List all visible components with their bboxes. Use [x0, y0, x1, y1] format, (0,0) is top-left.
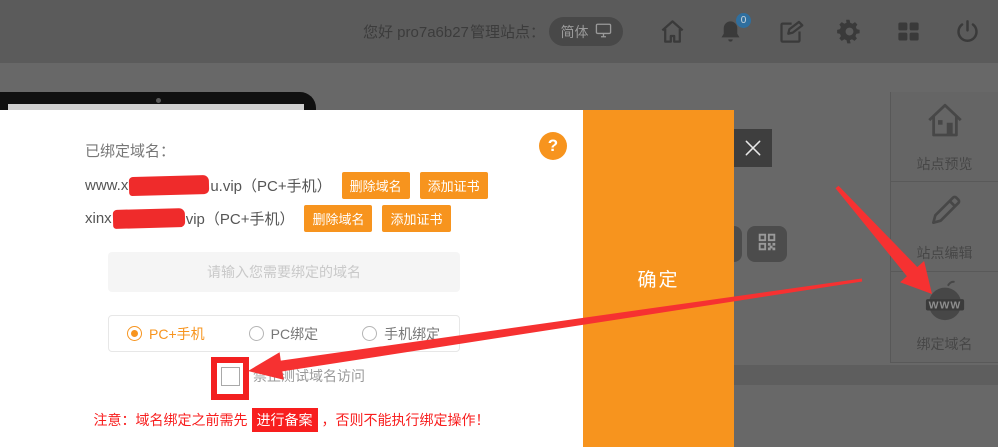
home-icon[interactable]: [659, 18, 686, 45]
redaction-scribble: [129, 175, 209, 196]
qr-code-button[interactable]: [747, 226, 787, 262]
radio-label: 手机绑定: [384, 324, 440, 344]
bound-domain-row: xinx vip（PC+手机） 删除域名 添加证书: [85, 205, 451, 232]
confirm-button[interactable]: 确定: [583, 110, 734, 447]
qr-code-icon: [756, 231, 778, 258]
radio-label: PC绑定: [271, 324, 318, 344]
domain-text-suffix: vip（PC+手机）: [186, 208, 295, 229]
svg-text:WWW: WWW: [928, 300, 961, 312]
monitor-icon: [595, 23, 612, 41]
radio-mobile-bind[interactable]: 手机绑定: [362, 324, 440, 344]
add-certificate-button[interactable]: 添加证书: [382, 205, 450, 232]
help-icon[interactable]: ?: [539, 132, 567, 160]
manage-site-label: 管理站点：: [470, 21, 545, 42]
forbid-test-domain-row: 禁止测试域名访问: [221, 366, 365, 386]
radio-pc-and-mobile[interactable]: PC+手机: [127, 324, 205, 344]
notifications-bell-icon[interactable]: 0: [717, 18, 744, 45]
radio-pc-bind[interactable]: PC绑定: [249, 324, 318, 344]
sidebar-item-label: 站点编辑: [917, 243, 973, 263]
bound-domain-row: www.x u.vip（PC+手机） 删除域名 添加证书: [85, 172, 488, 199]
notification-count-badge: 0: [736, 13, 751, 28]
notice-prefix: 注意：域名绑定之前需先: [94, 412, 248, 428]
sidebar-item-bind-domain[interactable]: WWW 绑定域名: [891, 272, 998, 363]
domain-input[interactable]: [108, 252, 460, 292]
radio-icon: [127, 326, 142, 341]
power-icon[interactable]: [954, 18, 981, 45]
redaction-scribble: [112, 208, 184, 229]
edit-icon[interactable]: [777, 18, 804, 45]
delete-domain-button[interactable]: 删除域名: [304, 205, 372, 232]
language-switch-button[interactable]: 简体: [549, 17, 623, 46]
sidebar-item-site-edit[interactable]: 站点编辑: [891, 182, 998, 272]
right-sidebar: 站点预览 站点编辑 WWW 绑定域名: [890, 92, 998, 363]
forbid-test-domain-checkbox[interactable]: [221, 367, 240, 386]
radio-icon: [249, 326, 264, 341]
notice-text: 注意：域名绑定之前需先进行备案，否则不能执行绑定操作！: [0, 408, 583, 432]
settings-gear-icon[interactable]: [836, 18, 863, 45]
screen: 您好 pro7a6b27 管理站点： 简体 0: [0, 0, 998, 447]
user-greeting: 您好 pro7a6b27: [363, 21, 469, 42]
close-icon[interactable]: [734, 129, 772, 167]
notice-suffix: ，否则不能执行绑定操作！: [322, 412, 490, 428]
www-globe-icon: WWW: [922, 280, 968, 327]
sidebar-item-label: 绑定域名: [917, 334, 973, 354]
domain-text-suffix: u.vip（PC+手机）: [210, 175, 331, 196]
bound-domains-label: 已绑定域名：: [85, 140, 175, 161]
bind-domain-modal: 已绑定域名： www.x u.vip（PC+手机） 删除域名 添加证书 xinx v…: [0, 110, 583, 447]
radio-label: PC+手机: [149, 324, 205, 344]
pencil-icon: [925, 191, 965, 236]
radio-icon: [362, 326, 377, 341]
tablet-camera-dot: [156, 98, 161, 103]
apps-grid-icon[interactable]: [895, 18, 922, 45]
hidden-toolbar-button: [734, 226, 742, 262]
icp-filing-link[interactable]: 进行备案: [252, 408, 318, 432]
add-certificate-button[interactable]: 添加证书: [420, 172, 488, 199]
sidebar-item-label: 站点预览: [917, 154, 973, 174]
sidebar-item-site-preview[interactable]: 站点预览: [891, 92, 998, 182]
language-label: 简体: [561, 22, 589, 42]
domain-text-prefix: xinx: [85, 210, 112, 227]
bind-type-radio-group: PC+手机 PC绑定 手机绑定: [108, 315, 460, 352]
home-icon: [923, 100, 967, 147]
domain-text-prefix: www.x: [85, 177, 128, 194]
footer-band: [734, 365, 998, 385]
checkbox-label: 禁止测试域名访问: [253, 366, 365, 386]
delete-domain-button[interactable]: 删除域名: [342, 172, 410, 199]
top-header: 您好 pro7a6b27 管理站点： 简体 0: [0, 0, 998, 63]
